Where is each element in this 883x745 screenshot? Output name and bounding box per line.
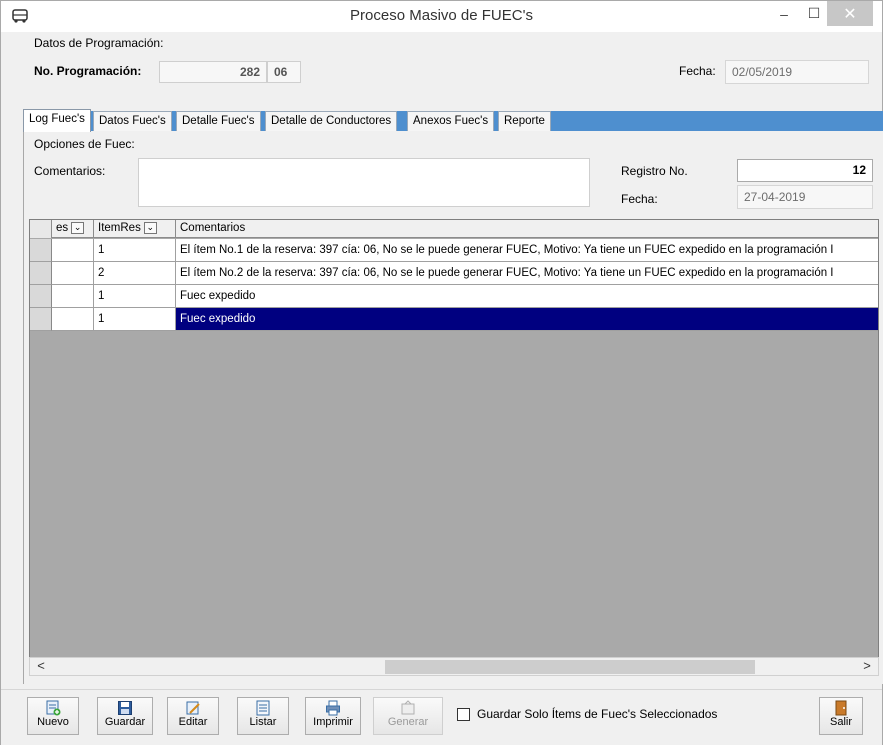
cell-comentario[interactable]: El ítem No.2 de la reserva: 397 cía: 06,… [176,262,878,285]
new-document-icon [46,700,61,716]
tab-datos-fuecs[interactable]: Datos Fuec's [93,111,172,131]
tab-anexos-fuecs[interactable]: Anexos Fuec's [407,111,495,131]
tab-detalle-conductores[interactable]: Detalle de Conductores [265,111,398,131]
cell-itemres[interactable]: 1 [94,308,176,331]
registro-number-field[interactable]: 12 [737,159,873,182]
exit-door-icon [835,700,847,716]
horizontal-scrollbar[interactable]: < > [29,657,879,676]
column-header-comentarios[interactable]: Comentarios [176,220,878,238]
guardar-seleccionados-checkbox[interactable] [457,708,470,721]
column-header-es[interactable]: es ⌄ [52,220,94,238]
scroll-left-arrow[interactable]: < [32,658,50,675]
guardar-button[interactable]: Guardar [97,697,153,735]
salir-button[interactable]: Salir [819,697,863,735]
row-selector[interactable] [30,239,52,262]
table-row[interactable]: 1 El ítem No.1 de la reserva: 397 cía: 0… [30,239,878,262]
programacion-number-field[interactable]: 282 [159,61,267,83]
cell-comentario[interactable]: Fuec expedido [176,285,878,308]
comentarios-textarea[interactable] [138,158,590,207]
registro-fecha-label: Fecha: [621,192,658,206]
main-window: Proceso Masivo de FUEC's – ☐ ✕ Datos de … [0,0,883,745]
cell-itemres[interactable]: 1 [94,239,176,262]
cell-es[interactable] [52,262,94,285]
editar-label: Editar [178,716,208,728]
opciones-section-label: Opciones de Fuec: [34,137,135,151]
registro-label: Registro No. [621,164,688,178]
cell-comentario[interactable]: Fuec expedido [176,308,878,331]
grid-header: es ⌄ ItemRes ⌄ Comentarios [30,220,878,238]
edit-icon [186,701,200,715]
generar-label: Generar [387,716,429,728]
table-row[interactable]: 2 El ítem No.2 de la reserva: 397 cía: 0… [30,262,878,285]
minimize-button[interactable]: – [769,1,799,26]
nuevo-label: Nuevo [37,716,69,728]
row-selector[interactable] [30,262,52,285]
imprimir-button[interactable]: Imprimir [305,697,361,735]
title-bar[interactable]: Proceso Masivo de FUEC's – ☐ ✕ [1,1,882,32]
listar-label: Listar [249,716,277,728]
imprimir-label: Imprimir [313,716,353,728]
comentarios-label: Comentarios: [34,164,106,178]
cell-itemres[interactable]: 1 [94,285,176,308]
close-button[interactable]: ✕ [827,1,873,26]
programacion-suffix-field[interactable]: 06 [267,61,301,83]
registro-fecha-field[interactable]: 27-04-2019 [737,185,873,209]
generate-icon [401,700,415,715]
list-icon [256,700,270,716]
tab-detalle-fuecs[interactable]: Detalle Fuec's [176,111,261,131]
table-row[interactable]: 1 Fuec expedido [30,285,878,308]
programacion-label: No. Programación: [34,64,142,78]
programacion-section-label: Datos de Programación: [34,36,164,50]
fecha-label: Fecha: [679,64,716,78]
nuevo-button[interactable]: Nuevo [27,697,79,735]
guardar-label: Guardar [104,716,146,728]
tab-reporte[interactable]: Reporte [498,111,551,131]
guardar-seleccionados-label: Guardar Solo Ítems de Fuec's Seleccionad… [477,707,718,721]
scroll-thumb[interactable] [385,660,755,674]
log-grid[interactable]: es ⌄ ItemRes ⌄ Comentarios 1 El ítem No.1 … [29,219,879,662]
column-header-itemres[interactable]: ItemRes ⌄ [94,220,176,238]
cell-es[interactable] [52,239,94,262]
tab-log-fuecs[interactable]: Log Fuec's [23,109,91,132]
chevron-down-icon[interactable]: ⌄ [71,221,85,234]
salir-label: Salir [829,716,852,728]
column-header-itemres-label: ItemRes [98,222,141,234]
header-row-selector [30,220,52,238]
listar-button[interactable]: Listar [237,697,289,735]
table-row-selected[interactable]: 1 Fuec expedido [30,308,878,331]
chevron-down-icon[interactable]: ⌄ [143,221,157,234]
cell-es[interactable] [52,285,94,308]
printer-icon [326,700,340,716]
save-disk-icon [118,701,132,715]
cell-itemres[interactable]: 2 [94,262,176,285]
column-header-es-label: es [56,222,69,234]
window-title: Proceso Masivo de FUEC's [350,7,533,24]
fecha-programacion-field[interactable]: 02/05/2019 [725,60,869,84]
maximize-button[interactable]: ☐ [799,1,829,26]
row-selector[interactable] [30,308,52,331]
row-selector[interactable] [30,285,52,308]
generar-button[interactable]: Generar [373,697,443,735]
cell-es[interactable] [52,308,94,331]
editar-button[interactable]: Editar [167,697,219,735]
cell-comentario[interactable]: El ítem No.1 de la reserva: 397 cía: 06,… [176,239,878,262]
scroll-right-arrow[interactable]: > [858,658,876,675]
